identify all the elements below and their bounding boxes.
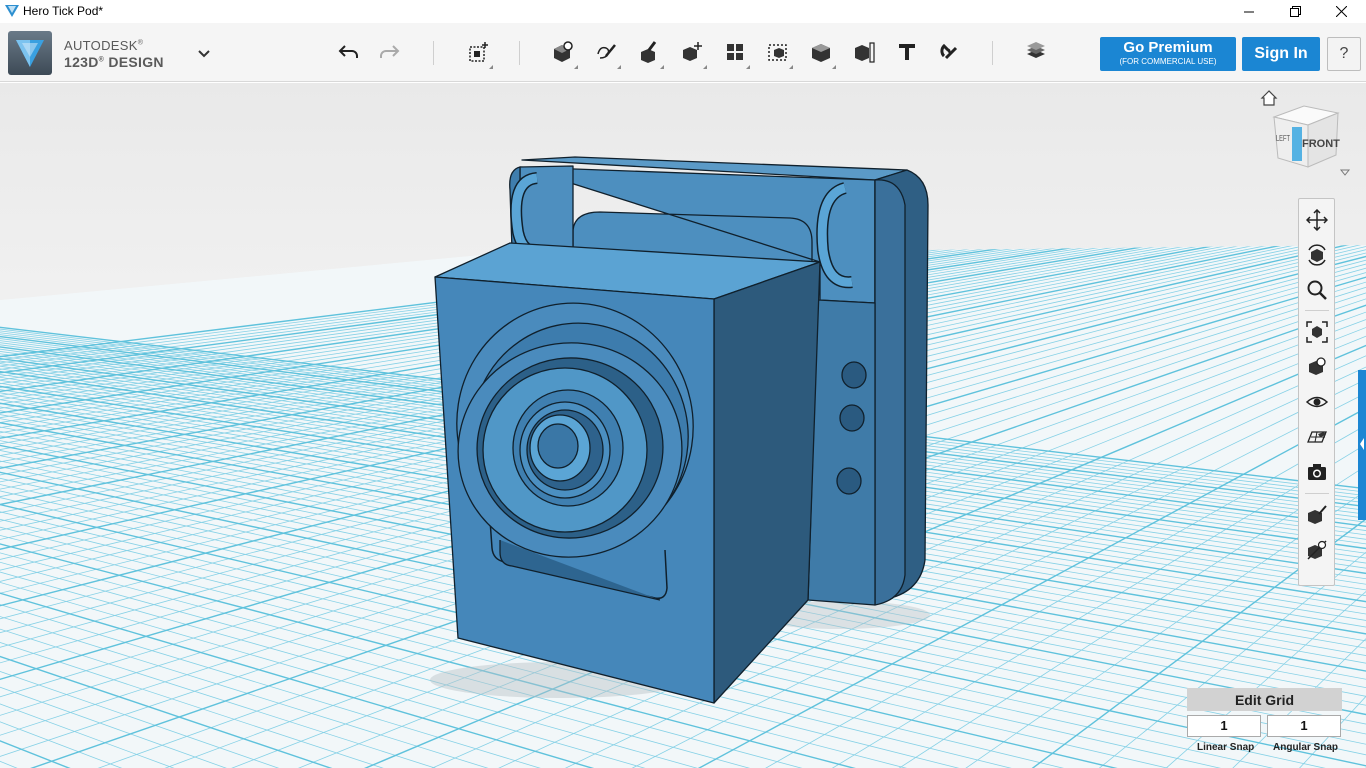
navbar-divider (1305, 310, 1329, 311)
material-display-icon (1308, 505, 1327, 524)
orbit-button[interactable] (1304, 242, 1330, 268)
construct-button[interactable] (546, 35, 580, 69)
visibility-button[interactable] (1304, 389, 1330, 415)
view-mode-button[interactable] (1304, 354, 1330, 380)
viewcube-left-label: LEFT (1276, 134, 1290, 143)
snap-icon (940, 43, 958, 60)
outline-display-icon (1307, 540, 1327, 560)
brand-line1: AUTODESK (64, 38, 138, 53)
pan-button[interactable] (1304, 207, 1330, 233)
viewcube-front-label: FRONT (1302, 138, 1340, 150)
window-title: Hero Tick Pod* (23, 4, 104, 18)
scene-canvas[interactable] (0, 83, 1366, 768)
fit-icon (1306, 321, 1328, 343)
app-logo-icon (5, 5, 19, 17)
close-button[interactable] (1318, 0, 1364, 23)
close-icon (1335, 6, 1347, 17)
undo-button[interactable] (331, 35, 365, 69)
chevron-left-icon (1360, 438, 1364, 450)
help-button[interactable]: ? (1327, 37, 1361, 71)
angular-snap-label: Angular Snap (1273, 742, 1339, 753)
zoom-button[interactable] (1304, 277, 1330, 303)
pattern-icon (727, 44, 743, 60)
toolbar-divider (992, 41, 993, 65)
pattern-button[interactable] (718, 35, 752, 69)
sketch-icon (597, 44, 616, 59)
grid-view-icon (1307, 431, 1327, 443)
layers-icon (1027, 42, 1045, 58)
sign-in-button[interactable]: Sign In (1242, 37, 1320, 71)
measure-button[interactable] (847, 35, 881, 69)
navbar-divider (1305, 493, 1329, 494)
modify-icon (641, 41, 657, 63)
measure-icon (855, 42, 875, 63)
edit-grid-button[interactable]: Edit Grid (1187, 688, 1342, 711)
toolbar-divider (433, 41, 434, 65)
primitives-icon (469, 42, 488, 62)
premium-sublabel: (FOR COMMERCIAL USE) (1119, 57, 1217, 66)
modify-button[interactable] (632, 35, 666, 69)
text-icon (899, 44, 915, 60)
primitives-button[interactable] (461, 35, 495, 69)
redo-button[interactable] (373, 35, 407, 69)
camera-icon (1308, 464, 1326, 480)
brand-line2: 123D (64, 54, 99, 70)
app-menu-logo[interactable] (8, 31, 52, 75)
dropdown-flag (789, 65, 793, 69)
pan-icon (1306, 209, 1328, 231)
text-button[interactable] (890, 35, 924, 69)
construct-icon (554, 41, 573, 62)
brand-line2-rest: DESIGN (104, 54, 164, 70)
view-cube[interactable]: FRONT LEFT (1268, 103, 1353, 183)
layers-button[interactable] (1019, 35, 1053, 69)
3d-viewport[interactable]: FRONT LEFT Edit Grid 1 1 Linear Snap Ang… (0, 83, 1366, 768)
navigation-bar (1298, 198, 1335, 586)
grouping-button[interactable] (761, 35, 795, 69)
title-bar: Hero Tick Pod* (0, 0, 1366, 23)
dropdown-flag (746, 65, 750, 69)
dropdown-flag (574, 65, 578, 69)
dropdown-flag (660, 65, 664, 69)
material-display-button[interactable] (1304, 502, 1330, 528)
main-toolbar: AUTODESK® 123D® DESIGN Go Premium (FOR C… (0, 23, 1366, 82)
visibility-icon (1306, 396, 1328, 408)
zoom-icon (1307, 280, 1327, 300)
redo-icon (380, 45, 400, 58)
restore-icon (1289, 6, 1301, 17)
outline-display-button[interactable] (1304, 537, 1330, 563)
brand-line1-mark: ® (137, 39, 144, 47)
autodesk-logo-icon (16, 40, 44, 67)
fit-button[interactable] (1304, 319, 1330, 345)
minimize-button[interactable] (1226, 0, 1272, 23)
orbit-icon (1308, 244, 1326, 266)
angular-snap-input[interactable]: 1 (1267, 715, 1341, 737)
grid-view-button[interactable] (1304, 424, 1330, 450)
dropdown-flag (617, 65, 621, 69)
view-mode-icon (1309, 357, 1326, 375)
viewcube-menu-icon[interactable] (1339, 169, 1351, 176)
premium-label: Go Premium (1123, 39, 1213, 56)
combine-icon (812, 44, 830, 62)
transform-icon (683, 42, 702, 61)
transform-button[interactable] (675, 35, 709, 69)
go-premium-button[interactable]: Go Premium (FOR COMMERCIAL USE) (1100, 37, 1236, 71)
side-panel-tab[interactable] (1358, 370, 1366, 520)
restore-button[interactable] (1272, 0, 1318, 23)
toolbar-divider (519, 41, 520, 65)
linear-snap-input[interactable]: 1 (1187, 715, 1261, 737)
linear-snap-label: Linear Snap (1197, 742, 1255, 753)
undo-icon (338, 45, 358, 58)
brand-name[interactable]: AUTODESK® 123D® DESIGN (64, 38, 164, 70)
snap-button[interactable] (933, 35, 967, 69)
chevron-down-icon[interactable] (197, 49, 211, 58)
minimize-icon (1244, 11, 1254, 12)
combine-button[interactable] (804, 35, 838, 69)
camera-button[interactable] (1304, 459, 1330, 485)
dropdown-flag (832, 65, 836, 69)
dropdown-flag (703, 65, 707, 69)
sketch-button[interactable] (589, 35, 623, 69)
dropdown-flag (489, 65, 493, 69)
grouping-icon (768, 44, 787, 61)
